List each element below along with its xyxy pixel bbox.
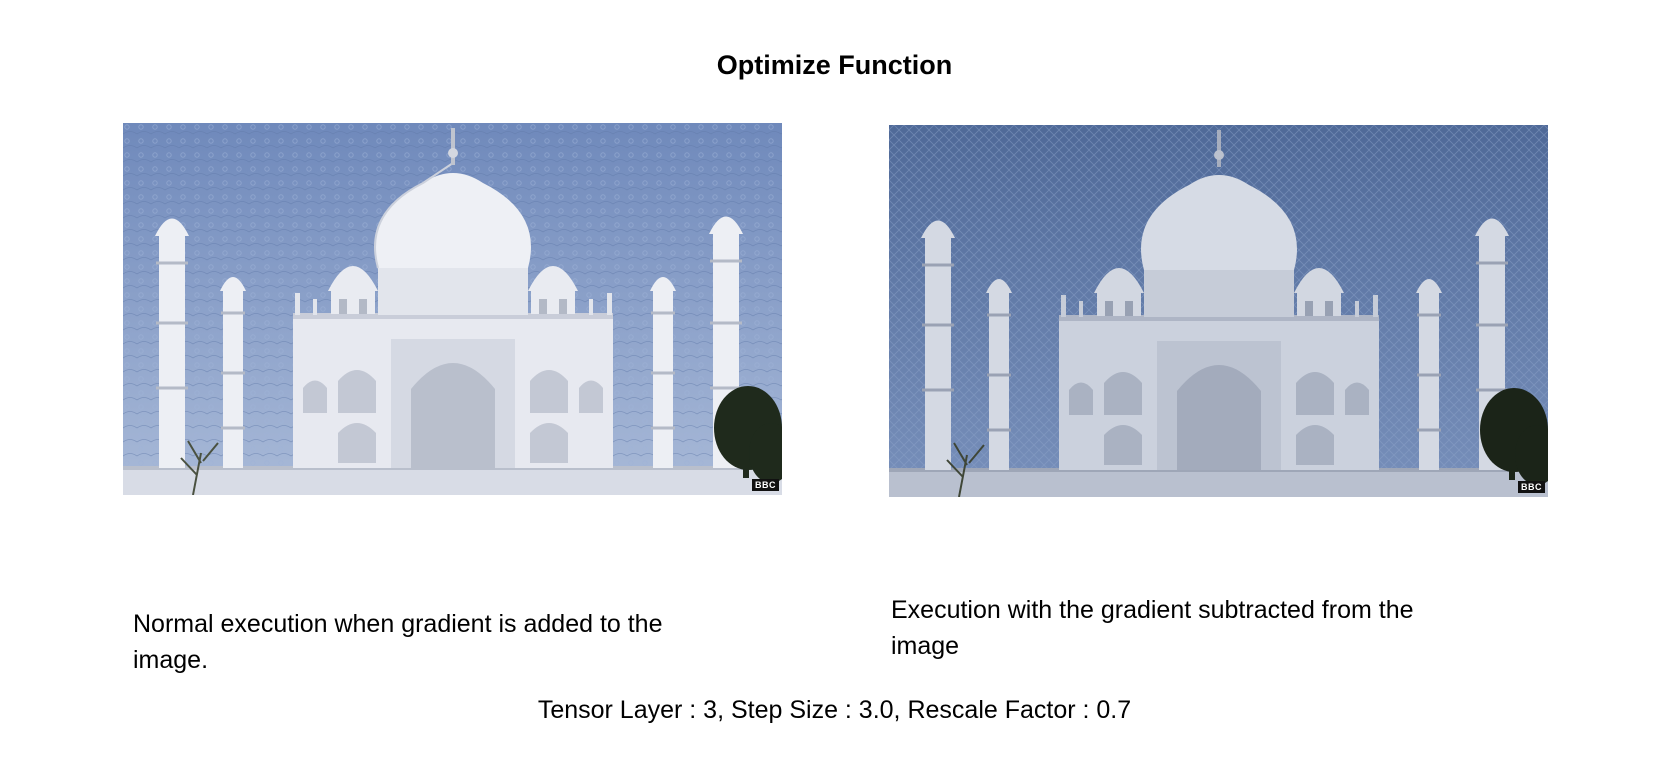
image-gradient-added: BBC: [123, 123, 782, 495]
bbc-watermark: BBC: [1518, 481, 1545, 493]
caption-gradient-subtracted: Execution with the gradient subtracted f…: [891, 592, 1491, 664]
parameters-text: Tensor Layer : 3, Step Size : 3.0, Resca…: [537, 696, 1132, 724]
taj-mahal-picture: [123, 123, 782, 495]
bbc-watermark: BBC: [752, 479, 779, 491]
page-title: Optimize Function: [716, 50, 953, 80]
taj-mahal-picture: [889, 125, 1548, 497]
caption-line: Normal execution when gradient is added …: [133, 610, 663, 638]
caption-line: image: [891, 632, 960, 660]
image-gradient-subtracted: BBC: [889, 125, 1548, 497]
caption-gradient-added: Normal execution when gradient is added …: [133, 606, 733, 678]
caption-line: image.: [133, 646, 209, 674]
caption-line: Execution with the gradient subtracted f…: [891, 596, 1414, 624]
